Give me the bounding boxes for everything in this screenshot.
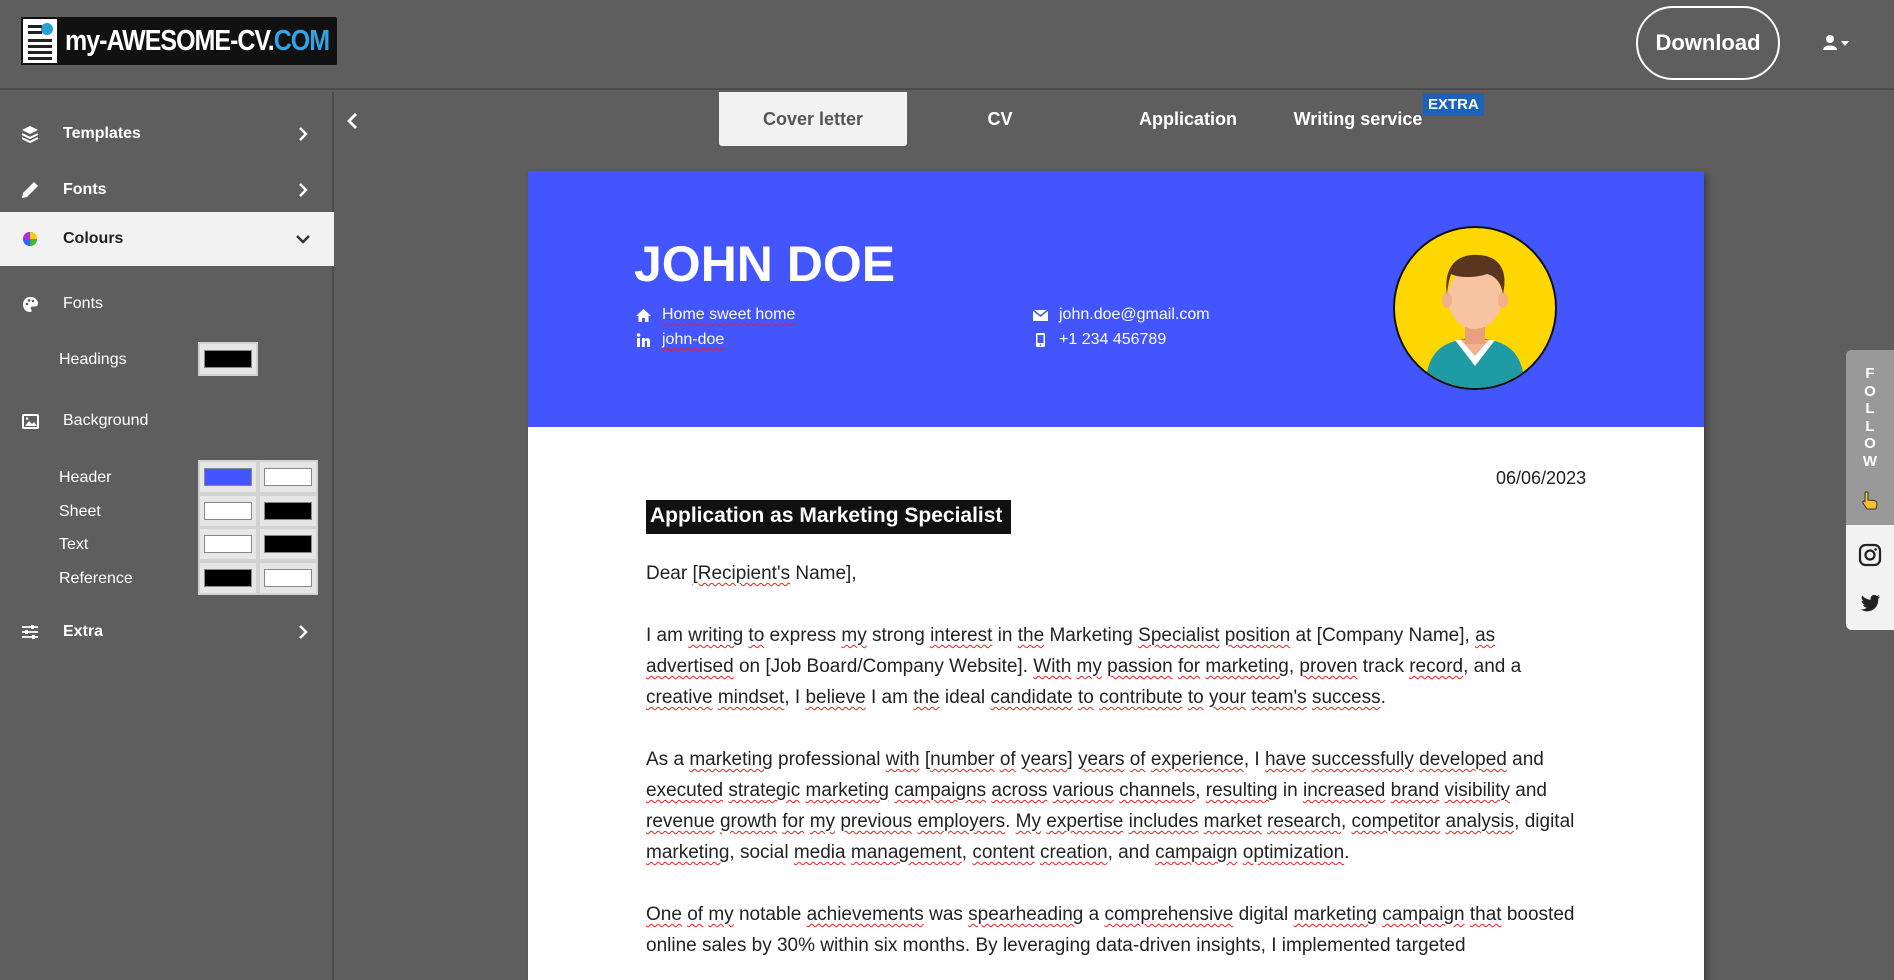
pencil-icon — [20, 180, 40, 200]
cv-header: JOHN DOE Home sweet home john-doe john.d… — [528, 171, 1704, 427]
swatch-color — [204, 350, 252, 368]
tab-cv[interactable]: CV — [906, 92, 1094, 146]
layers-icon — [20, 124, 40, 144]
contact-address: Home sweet home — [634, 306, 795, 324]
sidebar-item-label: Colours — [63, 230, 124, 247]
body-paragraph: As a marketing professional with [number… — [646, 749, 1575, 863]
reference-secondary-swatch[interactable] — [258, 561, 318, 595]
tab-writing-service[interactable]: Writing service — [1282, 92, 1434, 146]
sidebar-item-fonts[interactable]: Fonts — [0, 163, 334, 217]
linkedin-icon — [634, 332, 652, 348]
home-icon — [634, 307, 652, 323]
document-icon — [21, 17, 59, 65]
tab-application[interactable]: Application — [1094, 92, 1282, 146]
contact-linkedin: john-doe — [634, 331, 724, 349]
text-secondary-swatch[interactable] — [258, 527, 318, 561]
header-primary-swatch[interactable] — [198, 460, 258, 494]
top-bar: my-AWESOME-CV.COM Download — [0, 0, 1894, 90]
header-colour-row: Header — [0, 460, 334, 494]
reference-colour-row: Reference — [0, 561, 334, 595]
tab-cover-letter[interactable]: Cover letter — [719, 92, 907, 146]
letter-date[interactable]: 06/06/2023 — [1496, 468, 1586, 489]
contact-email: john.doe@gmail.com — [1031, 306, 1210, 324]
download-button[interactable]: Download — [1636, 6, 1780, 80]
chevron-right-icon — [299, 625, 308, 639]
envelope-icon — [1031, 307, 1049, 323]
salutation: Dear [Recipient's Name], — [646, 563, 857, 584]
chevron-down-icon — [296, 235, 310, 244]
colours-fonts-heading: Fonts — [0, 284, 334, 324]
headings-colour-row: Headings — [0, 342, 334, 376]
social-follow-bar: FOLLOW — [1846, 350, 1894, 630]
instagram-icon[interactable] — [1858, 543, 1882, 567]
extra-badge: EXTRA — [1423, 93, 1484, 116]
sidebar-item-label: Extra — [63, 623, 104, 640]
image-icon — [20, 411, 40, 431]
sidebar-item-label: Templates — [63, 125, 141, 142]
color-wheel-icon — [20, 229, 40, 249]
sidebar-item-templates[interactable]: Templates — [0, 107, 334, 161]
sidebar-item-label: Fonts — [63, 181, 107, 198]
sheet-secondary-swatch[interactable] — [258, 494, 318, 528]
body-paragraph: I am writing to express my strong intere… — [646, 625, 1522, 708]
logo[interactable]: my-AWESOME-CV.COM — [21, 17, 338, 65]
reference-primary-swatch[interactable] — [198, 561, 258, 595]
sliders-icon — [20, 622, 40, 642]
background-heading: Background — [0, 401, 334, 441]
palette-icon — [20, 294, 40, 314]
user-menu[interactable] — [1822, 30, 1858, 54]
sidebar-item-colours[interactable]: Colours — [0, 212, 334, 266]
follow-panel: FOLLOW — [1846, 350, 1894, 525]
collapse-sidebar-icon[interactable] — [344, 112, 362, 130]
avatar-illustration — [1425, 254, 1525, 388]
mobile-phone-icon — [1031, 332, 1049, 348]
pointing-hand-icon — [1862, 491, 1878, 510]
twitter-icon[interactable] — [1858, 591, 1882, 615]
text-primary-swatch[interactable] — [198, 527, 258, 561]
candidate-name[interactable]: JOHN DOE — [634, 235, 895, 293]
sidebar-item-extra[interactable]: Extra — [0, 605, 334, 659]
sheet-primary-swatch[interactable] — [198, 494, 258, 528]
logo-text: my-AWESOME-CV.COM — [65, 24, 330, 57]
body-paragraph: One of my notable achievements was spear… — [646, 904, 1575, 956]
cover-letter-sheet: JOHN DOE Home sweet home john-doe john.d… — [528, 171, 1704, 980]
sidebar: Templates Fonts Colours Fonts Headings B… — [0, 92, 334, 980]
letter-body[interactable]: Dear [Recipient's Name], I am writing to… — [646, 558, 1576, 980]
chevron-down-icon — [1841, 40, 1849, 46]
text-colour-row: Text — [0, 527, 334, 561]
profile-photo[interactable] — [1393, 226, 1557, 390]
sheet-colour-row: Sheet — [0, 494, 334, 528]
user-icon — [1823, 34, 1837, 50]
headings-colour-swatch[interactable] — [198, 342, 258, 376]
letter-subject[interactable]: Application as Marketing Specialist — [646, 500, 1012, 534]
chevron-right-icon — [299, 183, 308, 197]
contact-phone: +1 234 456789 — [1031, 331, 1166, 349]
header-secondary-swatch[interactable] — [258, 460, 318, 494]
follow-label: FOLLOW — [1862, 365, 1878, 470]
chevron-right-icon — [299, 127, 308, 141]
